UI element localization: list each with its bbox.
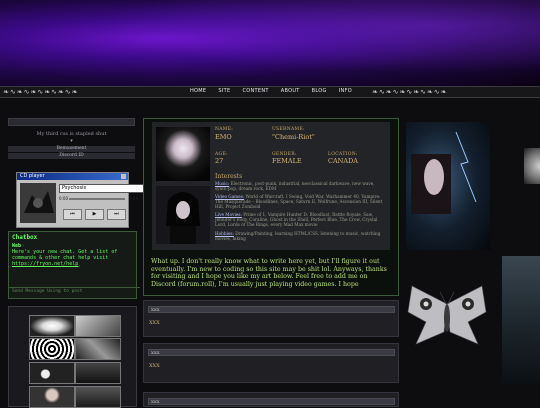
- chatbox-title: Chatbox: [12, 234, 38, 241]
- nav-blog[interactable]: BLOG: [312, 88, 327, 94]
- moth-image: [406, 282, 488, 356]
- chatbox: Chatbox Web Here's your new chat. Get a …: [8, 231, 140, 299]
- banner-glow: [0, 0, 540, 86]
- side-row[interactable]: Discord ID: [8, 153, 135, 159]
- gallery-thumb[interactable]: [75, 315, 121, 337]
- content-box-text: XXX: [149, 363, 160, 369]
- left-column: My third css is stapled shut ▾ Bemusemen…: [8, 118, 135, 160]
- time-end: 5:16: [129, 196, 138, 201]
- username-label: USERNAME:: [272, 127, 305, 132]
- time-start: 0:00: [59, 196, 68, 201]
- nav-content[interactable]: CONTENT: [242, 88, 268, 94]
- avatar: [156, 127, 210, 181]
- main-nav: HOME SITE CONTENT ABOUT BLOG INFO: [190, 88, 352, 94]
- play-button[interactable]: ▶: [85, 209, 104, 220]
- content-box-text: XXX: [149, 320, 160, 326]
- album-art: [20, 183, 56, 223]
- next-button[interactable]: ⏭: [107, 209, 126, 220]
- interest-hobbies: Hobbies: Drawing/Painting, learning HTML…: [215, 231, 387, 241]
- nav-info[interactable]: INFO: [339, 88, 352, 94]
- interest-text: Drawing/Painting, learning HTML/CSS, lis…: [215, 231, 381, 242]
- ornament-right-icon: ❧∿❧∿❧∿❧∿❧∿❧: [372, 88, 448, 96]
- arrow-icon: ▾: [70, 138, 73, 144]
- cd-player-title: CD player: [20, 173, 45, 179]
- nav-site[interactable]: SITE: [218, 88, 230, 94]
- chat-help-link[interactable]: https://fryon.net/help: [9, 261, 136, 267]
- interest-games: Video Games: World of Warcraft, I Swing,…: [215, 194, 387, 209]
- status-line: My third css is stapled shut: [36, 131, 107, 137]
- interest-music: Music: Electronic, post-punk, industrial…: [215, 181, 387, 191]
- content-box-header: XXX: [148, 398, 395, 405]
- seek-bar[interactable]: [69, 198, 125, 200]
- name-value: EMO: [215, 133, 232, 141]
- nav-home[interactable]: HOME: [190, 88, 206, 94]
- profile-photo: [156, 186, 210, 244]
- bio-text: What up. I don't really know what to wri…: [151, 258, 387, 288]
- gallery-thumb[interactable]: [75, 338, 121, 360]
- image-gallery: [8, 306, 137, 408]
- left-header-bar: [8, 118, 135, 126]
- gallery-thumb[interactable]: [29, 362, 75, 384]
- content-box-header: XXX: [148, 349, 395, 356]
- storm-image: [406, 122, 490, 250]
- content-box: XXX XXX: [143, 300, 399, 337]
- close-icon[interactable]: [121, 174, 126, 179]
- previous-button[interactable]: ⏮: [63, 209, 82, 220]
- track-select[interactable]: Psychosis: [59, 184, 146, 193]
- username-value: "Chemi-Riot": [272, 133, 315, 141]
- content-box-header: XXX: [148, 306, 395, 313]
- chat-input[interactable]: Send Message Using to post: [9, 287, 140, 298]
- age-value: 27: [215, 157, 224, 165]
- interest-movies: Live Movies: Prime of 1, Vampire Hunter …: [215, 212, 387, 227]
- location-value: CANADA: [328, 157, 358, 165]
- clock-image: [524, 148, 540, 184]
- cd-player: CD player Psychosis 0:00 5:16 ⏮ ▶ ⏭: [16, 172, 146, 228]
- gallery-thumb-teeth[interactable]: [29, 315, 75, 337]
- name-label: NAME:: [215, 127, 234, 132]
- chat-message: Here's your new chat. Get a list of comm…: [12, 249, 118, 261]
- cd-player-titlebar: CD player: [17, 173, 128, 180]
- nav-about[interactable]: ABOUT: [281, 88, 300, 94]
- interest-text: Electronic, post-punk, industrial, neocl…: [215, 181, 375, 192]
- building-image: [502, 256, 540, 384]
- interests-heading: Interests: [215, 173, 243, 180]
- gallery-thumb-spiral[interactable]: [29, 338, 75, 360]
- ornament-left-icon: ❧∿❧∿❧∿❧∿❧∿❧: [3, 88, 79, 96]
- side-row[interactable]: Bemusement: [8, 146, 135, 152]
- content-box: XXX XXX: [143, 343, 399, 383]
- gallery-thumb[interactable]: [75, 362, 121, 384]
- gender-value: FEMALE: [272, 157, 302, 165]
